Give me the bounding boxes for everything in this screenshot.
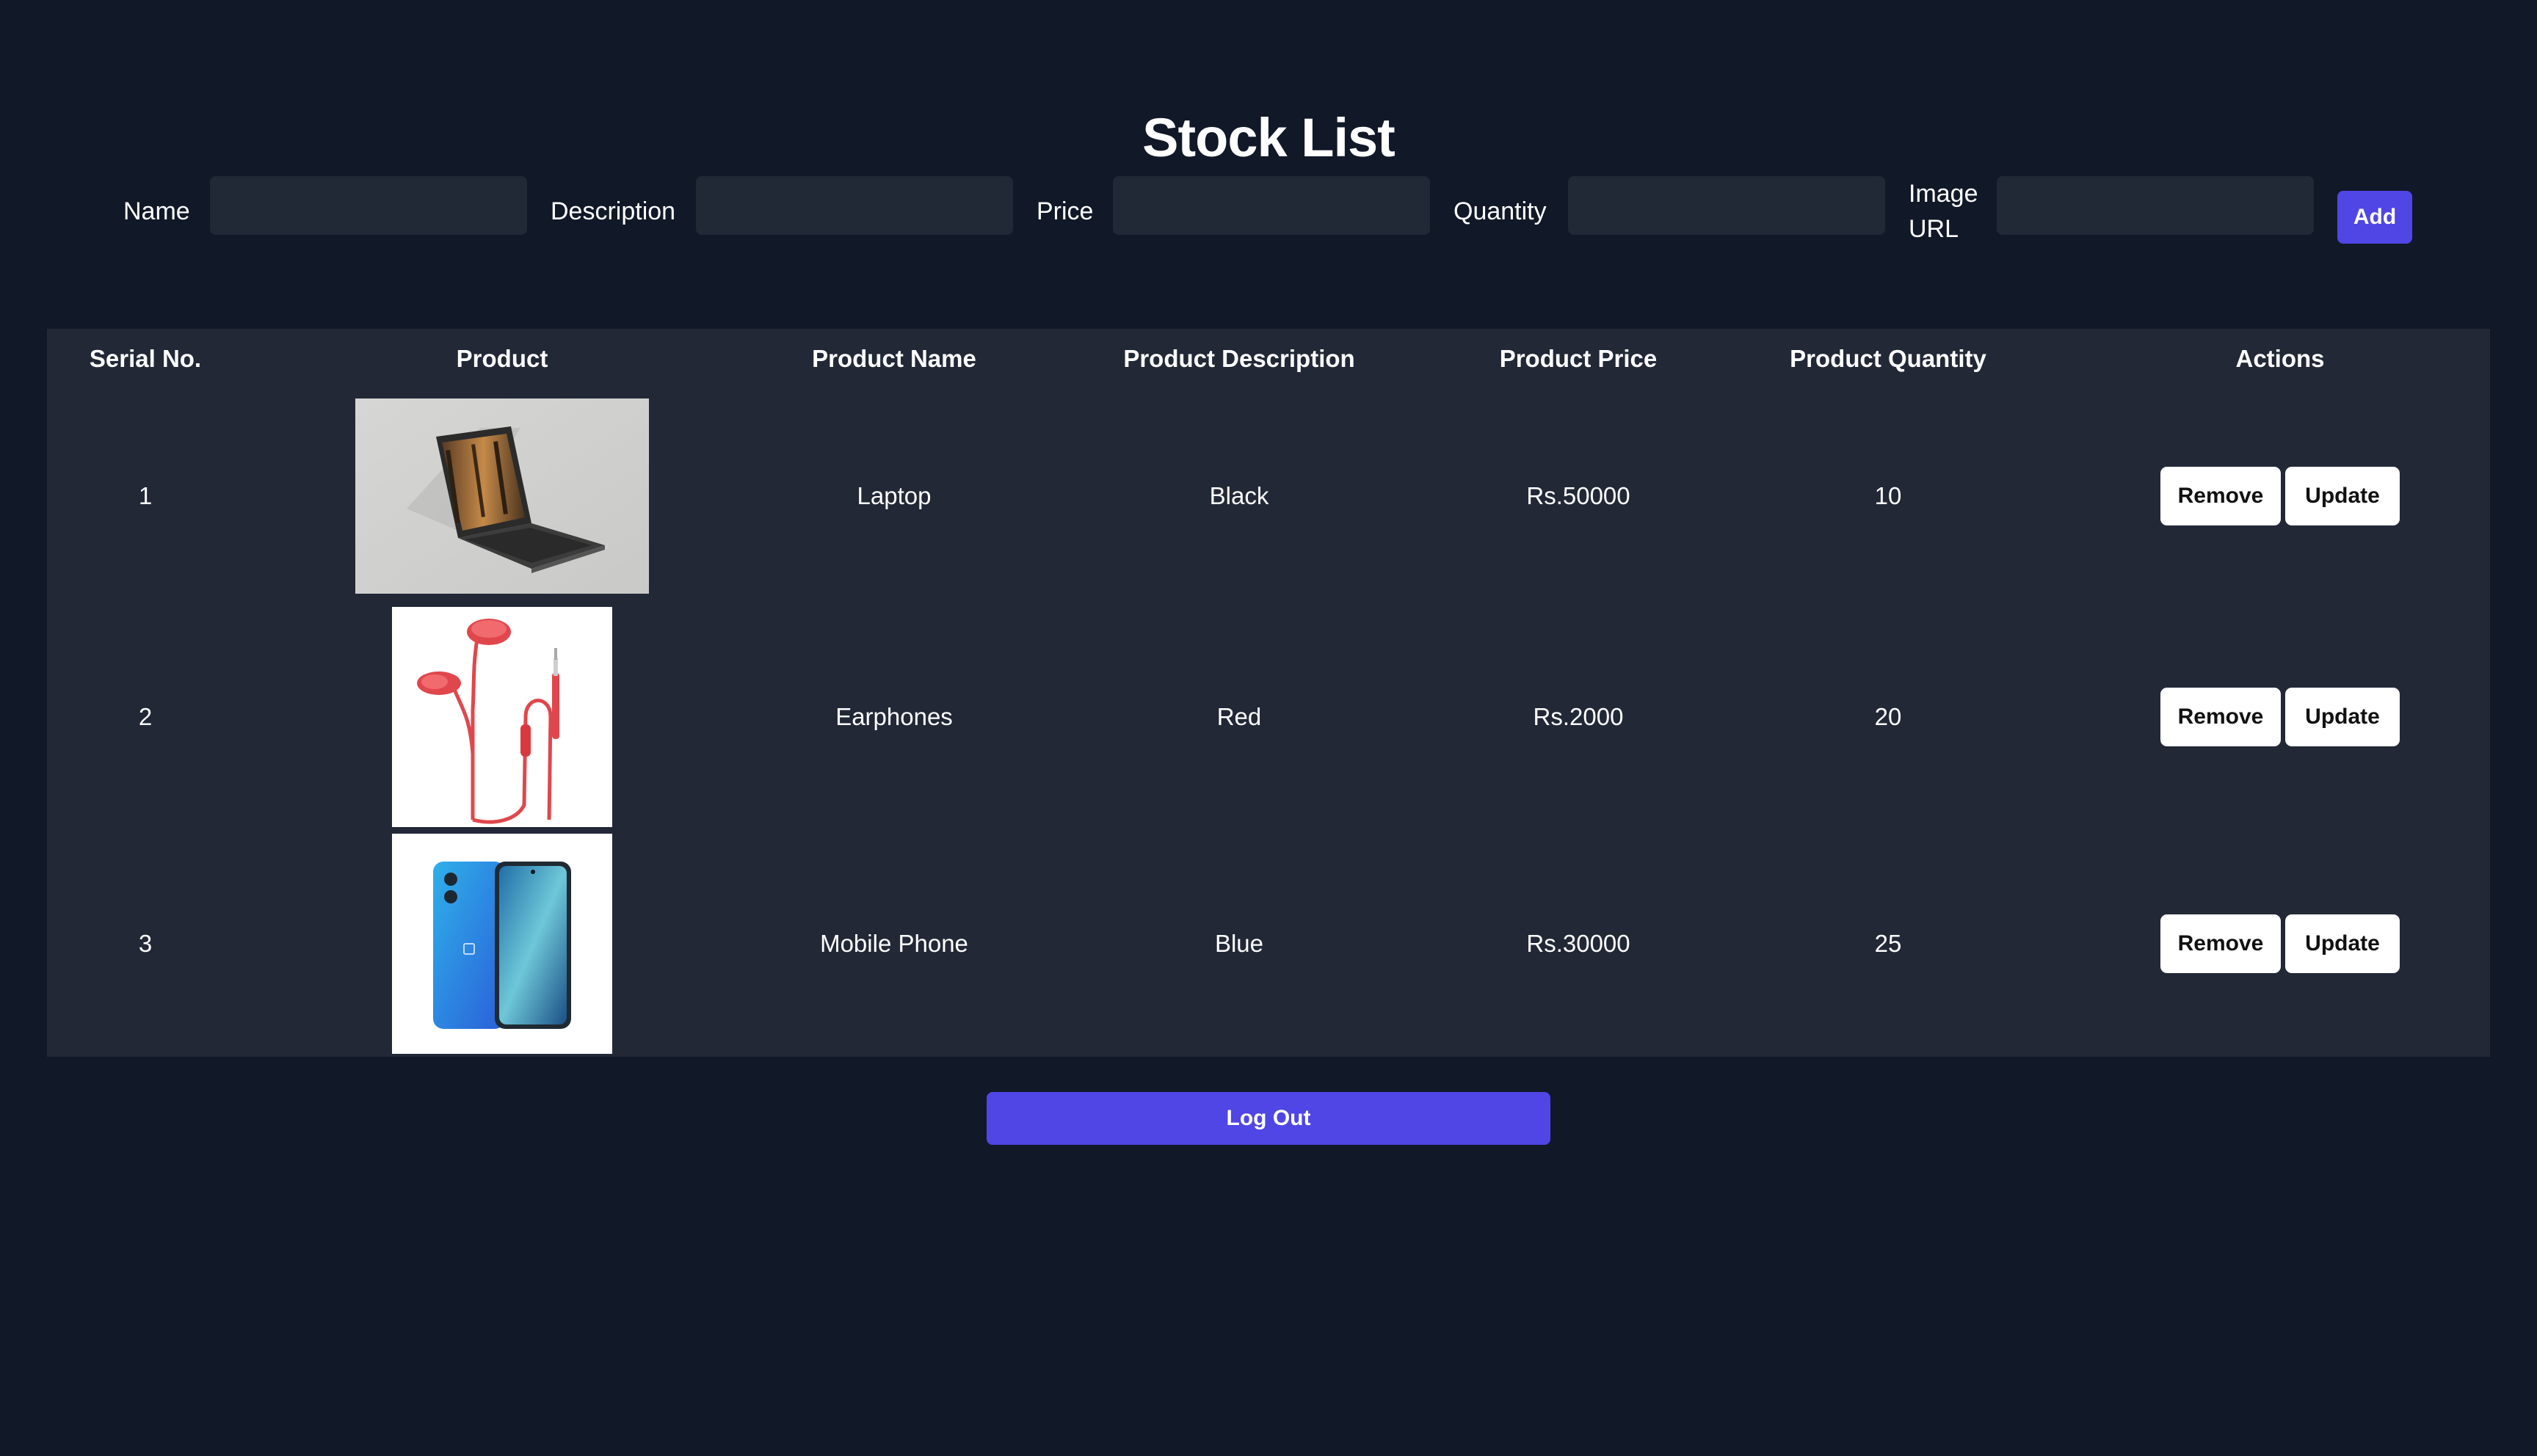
add-button[interactable]: Add [2337, 191, 2412, 244]
image-url-label-line1: Image [1909, 180, 1978, 208]
description-label: Description [551, 197, 676, 225]
update-button[interactable]: Update [2285, 687, 2400, 746]
header-product-price: Product Price [1499, 345, 1658, 372]
name-input[interactable] [210, 176, 527, 235]
image-url-label-line2: URL [1909, 215, 1959, 243]
image-url-input[interactable] [1997, 176, 2314, 235]
product-description-cell: Black [1209, 482, 1269, 510]
laptop-image [355, 398, 649, 594]
header-serial-no: Serial No. [89, 345, 202, 372]
product-quantity-cell: 25 [1874, 929, 1902, 957]
actions-cell: Remove Update [2070, 389, 2490, 604]
quantity-input[interactable] [1568, 176, 1885, 235]
header-product: Product [456, 345, 548, 372]
product-name-cell: Laptop [857, 482, 932, 510]
remove-button[interactable]: Remove [2160, 914, 2281, 973]
stock-list-page: Stock List Name Description Price Quanti… [0, 0, 2537, 1456]
product-price-cell: Rs.2000 [1533, 702, 1624, 730]
header-product-quantity: Product Quantity [1790, 345, 1986, 372]
product-image-cell [244, 389, 761, 604]
product-image-cell [244, 604, 761, 831]
update-button[interactable]: Update [2285, 467, 2400, 526]
product-price-cell: Rs.30000 [1526, 929, 1630, 957]
remove-button[interactable]: Remove [2160, 467, 2281, 526]
product-quantity-cell: 20 [1874, 702, 1902, 730]
update-button[interactable]: Update [2285, 914, 2400, 973]
product-quantity-cell: 10 [1874, 482, 1902, 510]
add-product-form: Name Description Price Quantity Image UR… [0, 170, 2537, 251]
quantity-label: Quantity [1453, 197, 1547, 225]
serial-cell: 3 [138, 929, 153, 957]
table-header-row: Serial No. Product Product Name Product … [47, 329, 2490, 389]
name-label: Name [123, 197, 190, 225]
header-product-name: Product Name [812, 345, 976, 372]
header-actions: Actions [2235, 345, 2325, 372]
price-label: Price [1037, 197, 1094, 225]
mobile-phone-image [392, 833, 612, 1054]
table-row: 2 Earphones Red Rs.2000 20 Remove Update [47, 604, 2490, 831]
serial-cell: 1 [138, 482, 153, 510]
description-input[interactable] [696, 176, 1013, 235]
table-row: 1 Laptop Black Rs.50000 10 Remove Update [47, 389, 2490, 604]
table-row: 3 Mobile Phone Blue Rs.30000 25 Remove U… [47, 830, 2490, 1057]
actions-cell: Remove Update [2070, 830, 2490, 1057]
page-title: Stock List [1142, 106, 1395, 168]
product-image-cell [244, 830, 761, 1057]
product-description-cell: Red [1216, 702, 1262, 730]
earphones-image [392, 606, 612, 827]
remove-button[interactable]: Remove [2160, 687, 2281, 746]
price-input[interactable] [1113, 176, 1430, 235]
actions-cell: Remove Update [2070, 604, 2490, 831]
product-name-cell: Earphones [835, 702, 953, 730]
product-description-cell: Blue [1214, 929, 1264, 957]
serial-cell: 2 [138, 702, 153, 730]
image-url-label: Image URL [1909, 176, 1978, 247]
product-name-cell: Mobile Phone [820, 929, 968, 957]
logout-button[interactable]: Log Out [987, 1092, 1550, 1145]
stock-table: Serial No. Product Product Name Product … [47, 329, 2490, 1057]
product-price-cell: Rs.50000 [1526, 482, 1630, 510]
header-product-description: Product Description [1123, 345, 1355, 372]
